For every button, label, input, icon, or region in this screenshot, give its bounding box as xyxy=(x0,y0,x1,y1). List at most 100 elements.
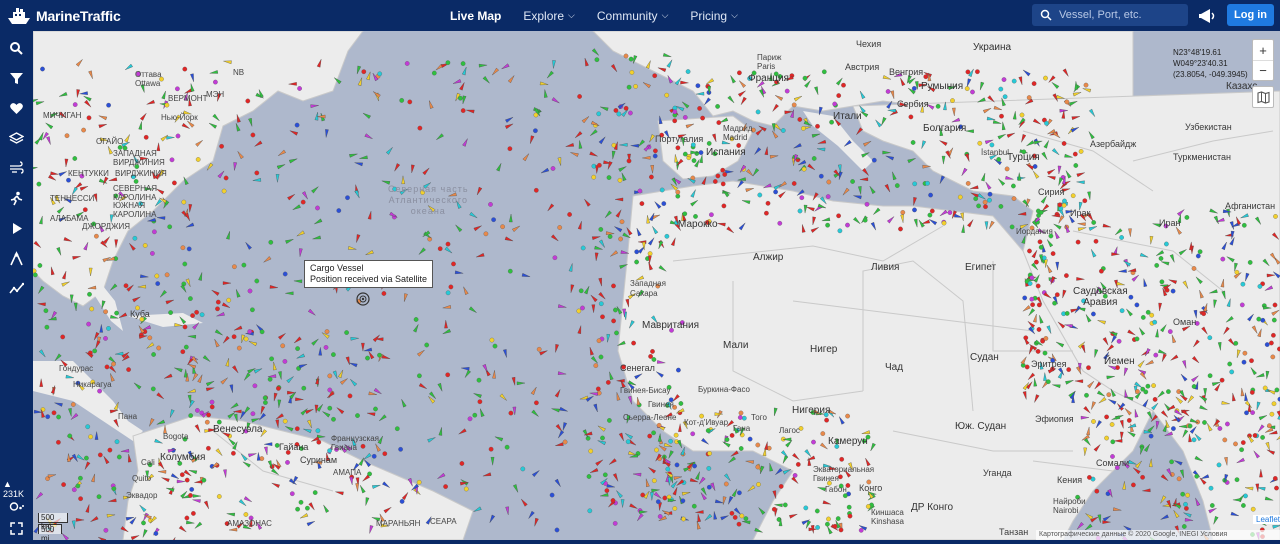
map-label-bogota: Bogota xyxy=(163,432,189,441)
sidebar-layers-button[interactable] xyxy=(0,123,33,153)
map-label-suriname: Суринам xyxy=(300,455,338,465)
login-button[interactable]: Log in xyxy=(1227,4,1274,26)
leaflet-link[interactable]: Leaflet xyxy=(1253,515,1280,524)
nav-community[interactable]: Community ⌵ xyxy=(597,9,669,23)
nav-explore[interactable]: Explore ⌵ xyxy=(523,9,575,23)
search-icon xyxy=(1040,9,1052,21)
map-label-mauritania: Мавритания xyxy=(642,320,700,331)
map-label-vermont: ВЕРМОНТ xyxy=(168,94,208,103)
map-label-gabon: Габон xyxy=(825,485,847,494)
map-label-equatorial-guinea: Экваториальная Гвинея xyxy=(813,465,875,483)
map-label-eritrea: Эритрея xyxy=(1031,359,1067,369)
map-label-ethiopia: Эфиопия xyxy=(1035,414,1074,424)
map-label-iran: Иран xyxy=(1159,218,1181,228)
sidebar-playback-button[interactable] xyxy=(0,213,33,243)
map-scale: 500 km 500 mi xyxy=(38,513,68,540)
top-navigation-bar: MarineTraffic Live Map Explore ⌵ Communit… xyxy=(0,0,1280,31)
search-icon xyxy=(10,41,23,55)
map-layers-button[interactable] xyxy=(1252,86,1274,108)
chevron-down-icon: ⌵ xyxy=(731,10,738,20)
live-map[interactable]: Северная часть Атлантического океана Украи… xyxy=(33,31,1280,540)
map-label-turkey: Турция xyxy=(1007,152,1040,163)
map-label-tanzania: Танзан xyxy=(999,527,1029,537)
map-label-ceara: СЕАРА xyxy=(430,517,457,526)
map-label-azerbaijan: Азербайдж xyxy=(1090,139,1137,149)
map-label-amazonas: АМАЗОНАС xyxy=(227,519,272,528)
sidebar-filter-button[interactable] xyxy=(0,63,33,93)
zoom-in-button[interactable]: + xyxy=(1253,40,1273,60)
megaphone-icon[interactable] xyxy=(1198,6,1218,26)
map-label-kenya: Кения xyxy=(1057,475,1083,485)
filter-icon xyxy=(10,72,23,84)
map-label-morocco: Марокко xyxy=(678,219,718,230)
map-label-west-virginia: ЗАПАДНАЯ ВИРДЖИНИЯ xyxy=(113,149,165,167)
map-label-niger: Нигер xyxy=(810,344,838,355)
play-icon xyxy=(13,222,22,234)
map-label-hungary: Венгрия xyxy=(889,67,924,77)
sidebar-route-button[interactable] xyxy=(0,183,33,213)
map-label-saudi-arabia: Саудовская Аравия xyxy=(1073,286,1128,308)
sidebar-favorites-button[interactable] xyxy=(0,93,33,123)
map-label-congo: Конго xyxy=(859,483,883,493)
search-input[interactable] xyxy=(1059,9,1179,21)
map-label-czech: Чехия xyxy=(856,39,882,49)
sidebar-analytics-button[interactable] xyxy=(0,273,33,303)
zoom-control: + − xyxy=(1252,39,1274,81)
map-label-south-sudan: Юж. Судан xyxy=(955,421,1007,432)
map-label-sierra-leone: Сьерра-Леоне xyxy=(623,413,677,422)
map-label-michigan: МИЧИГАН xyxy=(43,111,82,120)
map-label-portugal: Португалия xyxy=(655,134,704,144)
brand-name: MarineTraffic xyxy=(36,8,121,24)
map-label-maranhao: МАРАНЬЯН xyxy=(376,519,421,528)
weather-icon xyxy=(10,250,23,265)
map-label-ghana: Гана xyxy=(733,424,751,433)
map-label-uzbekistan: Узбекистан xyxy=(1185,122,1232,132)
map-label-western-sahara: Западная Сахара xyxy=(630,279,666,298)
map-label-paris: Париж Paris xyxy=(757,53,782,71)
zoom-out-button[interactable]: − xyxy=(1253,60,1273,80)
map-label-afghanistan: Афганистан xyxy=(1225,201,1276,211)
layers-icon xyxy=(9,131,24,144)
map-label-tennessee: ТЕННЕССИ xyxy=(50,194,95,203)
bottom-strip xyxy=(0,540,1280,544)
map-label-turkmenistan: Туркменистан xyxy=(1173,152,1232,162)
chevron-down-icon: ⌵ xyxy=(568,10,575,20)
map-label-istanbul: İstanbul xyxy=(981,148,1010,157)
tooltip-text: Position received via Satellite xyxy=(310,274,428,284)
route-icon xyxy=(10,191,23,205)
search-box[interactable] xyxy=(1032,4,1188,26)
main-nav: Live Map Explore ⌵ Community ⌵ Pricing ⌵ xyxy=(450,0,738,31)
map-attribution[interactable]: Картографические данные © 2020 Google, I… xyxy=(1036,530,1280,540)
map-label-amapa: АМАПА xyxy=(333,468,362,477)
map-label-venezuela: Венесуэла xyxy=(213,424,263,435)
vessel-count-icon: ▲ xyxy=(3,479,12,489)
map-label-nigeria: Нигерия xyxy=(792,405,831,416)
map-label-alabama: АЛАБАМА xyxy=(50,214,89,223)
sidebar-weather-button[interactable] xyxy=(0,243,33,273)
map-label-syria: Сирия xyxy=(1038,187,1065,197)
selected-vessel-marker[interactable] xyxy=(356,292,370,306)
nav-live-map[interactable]: Live Map xyxy=(450,9,501,23)
map-label-cali: Cali xyxy=(141,458,155,467)
map-label-senegal: Сенегал xyxy=(620,363,655,373)
marinetraffic-logo[interactable]: MarineTraffic xyxy=(6,5,121,27)
map-label-colombia: Колумбия xyxy=(160,452,206,463)
map-label-iraq: Ирак xyxy=(1070,208,1091,218)
map-label-lagos: Лагос xyxy=(779,426,800,435)
map-label-libya: Ливия xyxy=(871,262,900,273)
map-label-serbia: Сербия xyxy=(897,99,929,109)
map-label-yemen: Йемен xyxy=(1104,356,1135,367)
sidebar-fullscreen-button[interactable] xyxy=(0,513,33,543)
map-label-spain: Испания xyxy=(706,147,746,158)
map-label-south-carolina: ЮЖНАЯ КАРОЛИНА xyxy=(113,201,157,219)
sidebar-search-button[interactable] xyxy=(0,33,33,63)
map-label-virginia: ВИРДЖИНИЯ xyxy=(115,169,167,178)
map-label-togo: Того xyxy=(751,413,767,422)
map-label-ivory-coast: Кот-д'Ивуар xyxy=(684,418,729,427)
map-icon xyxy=(1256,90,1270,104)
nav-pricing[interactable]: Pricing ⌵ xyxy=(690,9,738,23)
map-label-ukraine: Украина xyxy=(973,42,1012,53)
sidebar-wind-button[interactable] xyxy=(0,153,33,183)
map-label-ecuador: Эквадор xyxy=(126,491,158,500)
ship-logo-icon xyxy=(8,8,30,24)
